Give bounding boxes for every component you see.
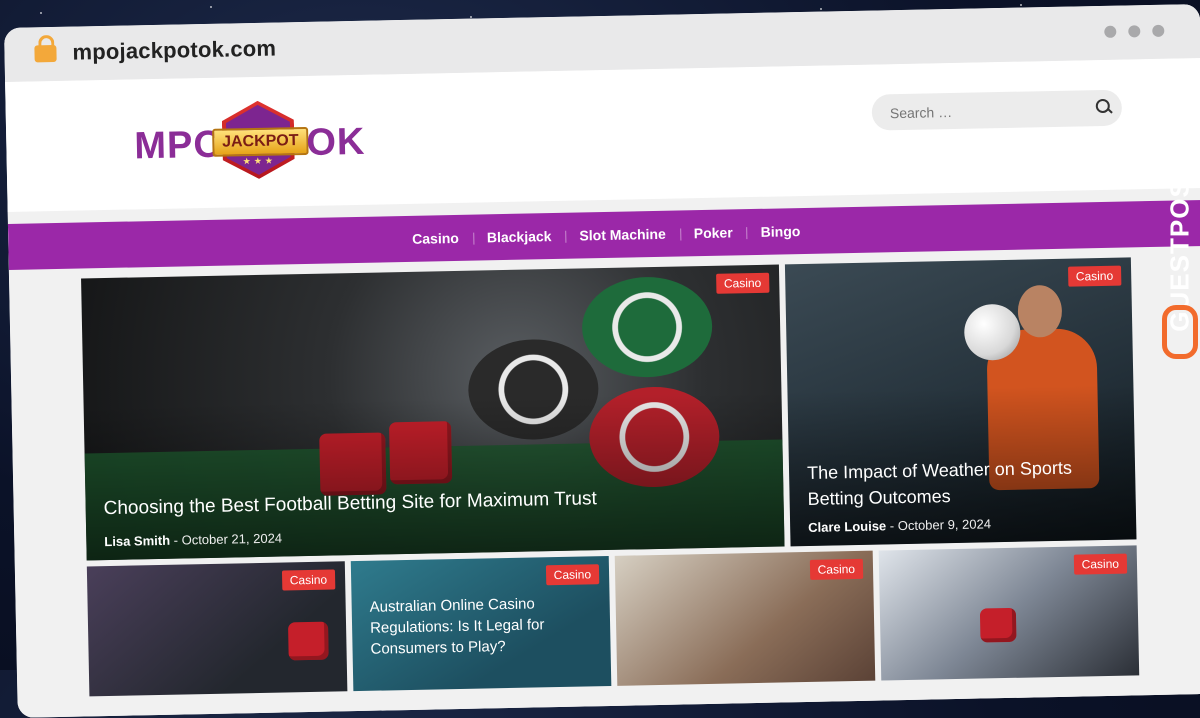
category-tag[interactable]: Casino bbox=[281, 569, 336, 591]
nav-item-slot-machine[interactable]: Slot Machine bbox=[565, 225, 680, 244]
small-post[interactable]: Casino Australian Online Casino Regulati… bbox=[350, 555, 612, 692]
dice-image bbox=[979, 607, 1017, 643]
category-tag[interactable]: Casino bbox=[809, 558, 864, 580]
category-tag[interactable]: Casino bbox=[1073, 553, 1128, 575]
post-author[interactable]: Lisa Smith bbox=[104, 533, 170, 549]
small-post[interactable]: Casino bbox=[614, 550, 876, 686]
post-author[interactable]: Clare Louise bbox=[808, 518, 886, 535]
dice-image bbox=[287, 621, 329, 661]
star bbox=[1020, 4, 1022, 6]
featured-post-side[interactable]: Casino The Impact of Weather on Sports B… bbox=[784, 257, 1137, 547]
post-date: October 21, 2024 bbox=[181, 530, 283, 548]
nav-item-bingo[interactable]: Bingo bbox=[747, 223, 815, 240]
category-tag[interactable]: Casino bbox=[545, 564, 600, 586]
chip-image bbox=[581, 275, 714, 379]
window-dot[interactable] bbox=[1152, 24, 1165, 37]
search-input[interactable] bbox=[871, 90, 1093, 133]
logo-ribbon: JACKPOT bbox=[212, 126, 309, 157]
site-logo[interactable]: MPO JACKPOT ★★★ OK bbox=[124, 99, 376, 186]
browser-window: mpojackpotok.com MPO JACKPOT ★★★ OK Casi… bbox=[4, 3, 1200, 718]
post-date: October 9, 2024 bbox=[897, 516, 992, 534]
window-dot[interactable] bbox=[1128, 25, 1141, 38]
web-page: MPO JACKPOT ★★★ OK Casino Blackjack Slot… bbox=[5, 57, 1200, 718]
window-dot[interactable] bbox=[1104, 25, 1117, 38]
window-controls bbox=[1104, 24, 1165, 38]
logo-left-text: MPO bbox=[133, 123, 225, 168]
lock-icon bbox=[34, 44, 57, 63]
site-header: MPO JACKPOT ★★★ OK bbox=[5, 57, 1200, 212]
category-tag[interactable]: Casino bbox=[715, 272, 770, 294]
watermark: GUESTPOSTLINKS bbox=[1160, 60, 1198, 360]
logo-stars: ★★★ bbox=[242, 155, 277, 167]
small-post[interactable]: Casino bbox=[878, 545, 1140, 681]
address-bar[interactable]: mpojackpotok.com bbox=[72, 36, 276, 66]
post-title[interactable]: The Impact of Weather on Sports Betting … bbox=[807, 454, 1118, 512]
post-title[interactable]: Australian Online Casino Regulations: Is… bbox=[369, 592, 592, 659]
category-tag[interactable]: Casino bbox=[1067, 265, 1122, 287]
featured-post-main[interactable]: Casino Choosing the Best Football Bettin… bbox=[81, 264, 785, 561]
star bbox=[40, 12, 42, 14]
link-icon bbox=[1162, 305, 1198, 359]
star bbox=[210, 6, 212, 8]
nav-item-casino[interactable]: Casino bbox=[398, 230, 473, 247]
search-box bbox=[871, 89, 1123, 133]
logo-right-text: OK bbox=[305, 120, 366, 164]
nav-item-poker[interactable]: Poker bbox=[680, 224, 747, 241]
small-post[interactable]: Casino bbox=[86, 561, 348, 697]
search-icon[interactable] bbox=[1095, 98, 1110, 114]
star bbox=[820, 8, 822, 10]
watermark-text: GUESTPOSTLINKS bbox=[1164, 79, 1195, 332]
nav-item-blackjack[interactable]: Blackjack bbox=[473, 228, 566, 246]
